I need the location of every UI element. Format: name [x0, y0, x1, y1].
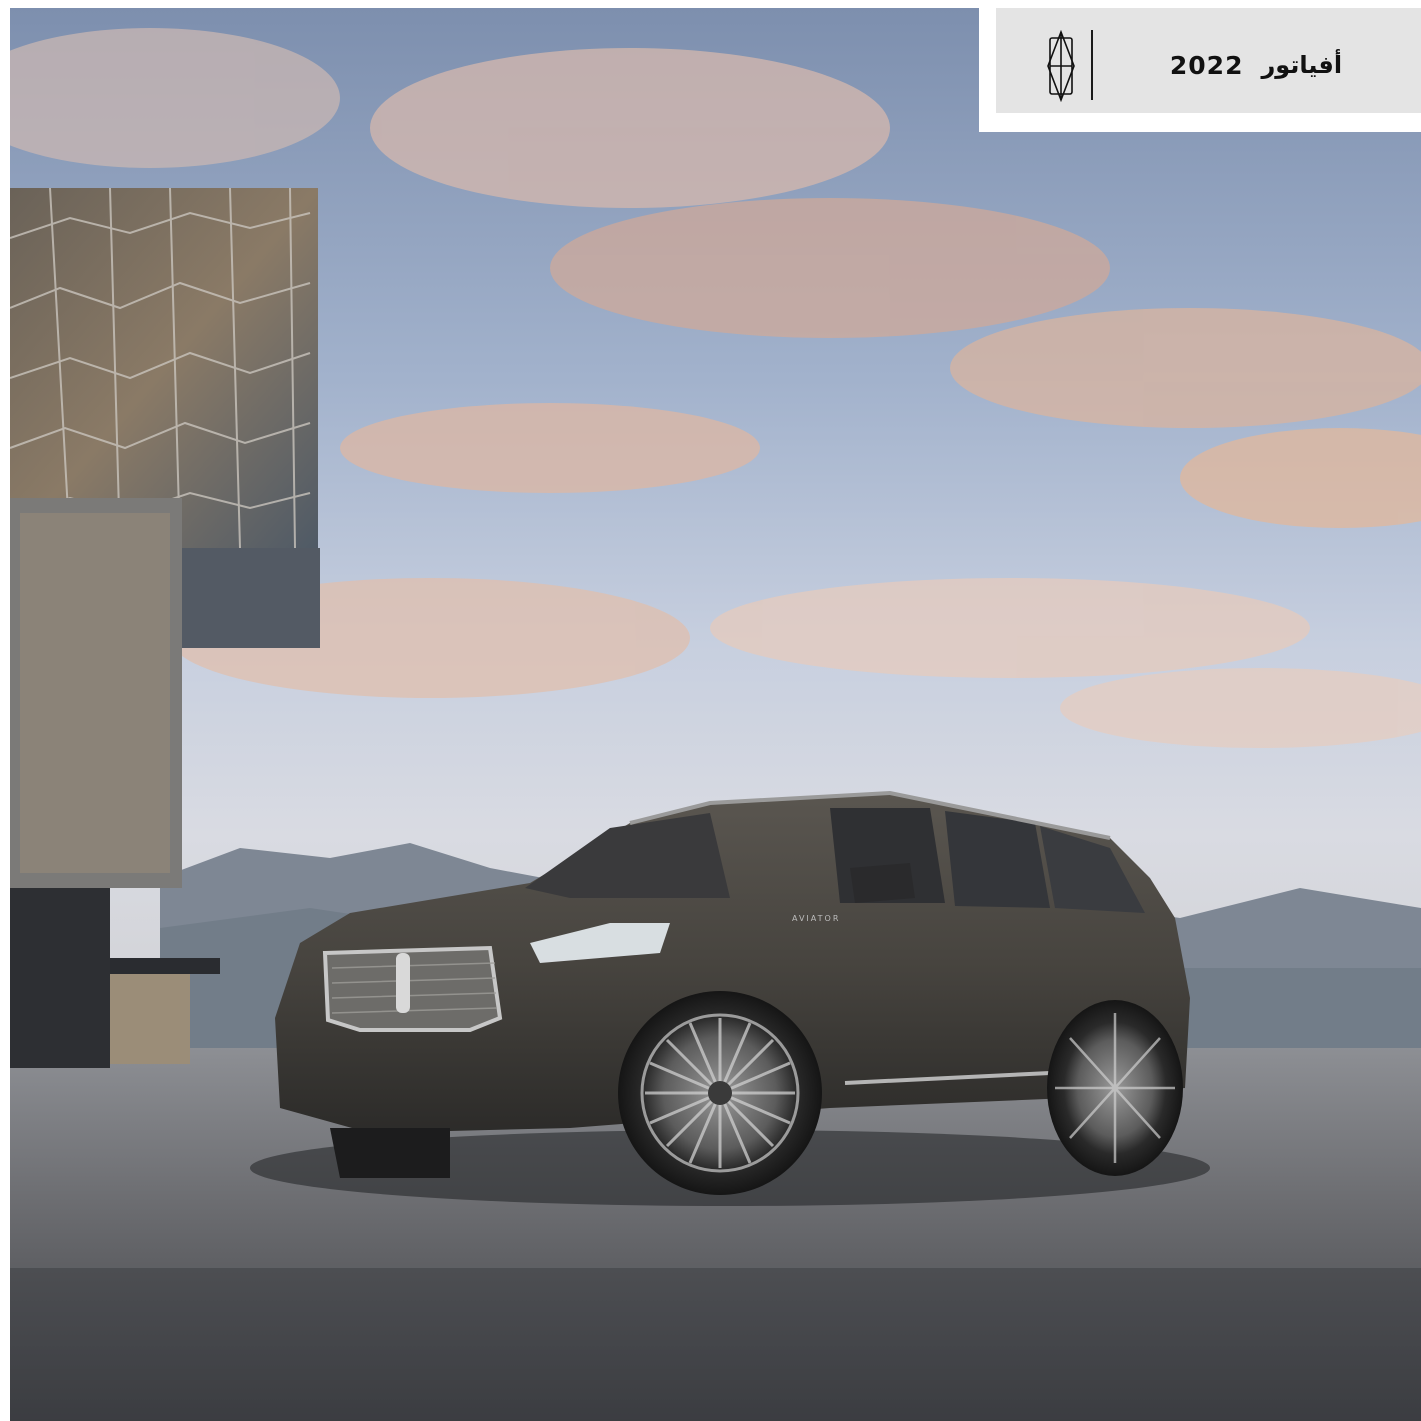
aviator-badge: AVIATOR [792, 914, 840, 923]
header-inner: 2022 أفياتور [996, 8, 1421, 113]
model-name: أفياتور [1261, 51, 1343, 79]
header-panel: 2022 أفياتور [979, 0, 1421, 132]
cover-photo: AVIATOR [10, 8, 1421, 1421]
header-divider [1091, 30, 1093, 100]
cover-photo-illustration: AVIATOR [10, 8, 1421, 1421]
page-title: 2022 أفياتور [1126, 48, 1386, 82]
brochure-cover: AVIATOR 2022 أفياتور [0, 0, 1421, 1421]
model-year: 2022 [1169, 50, 1244, 80]
lincoln-star-icon [1047, 30, 1075, 102]
